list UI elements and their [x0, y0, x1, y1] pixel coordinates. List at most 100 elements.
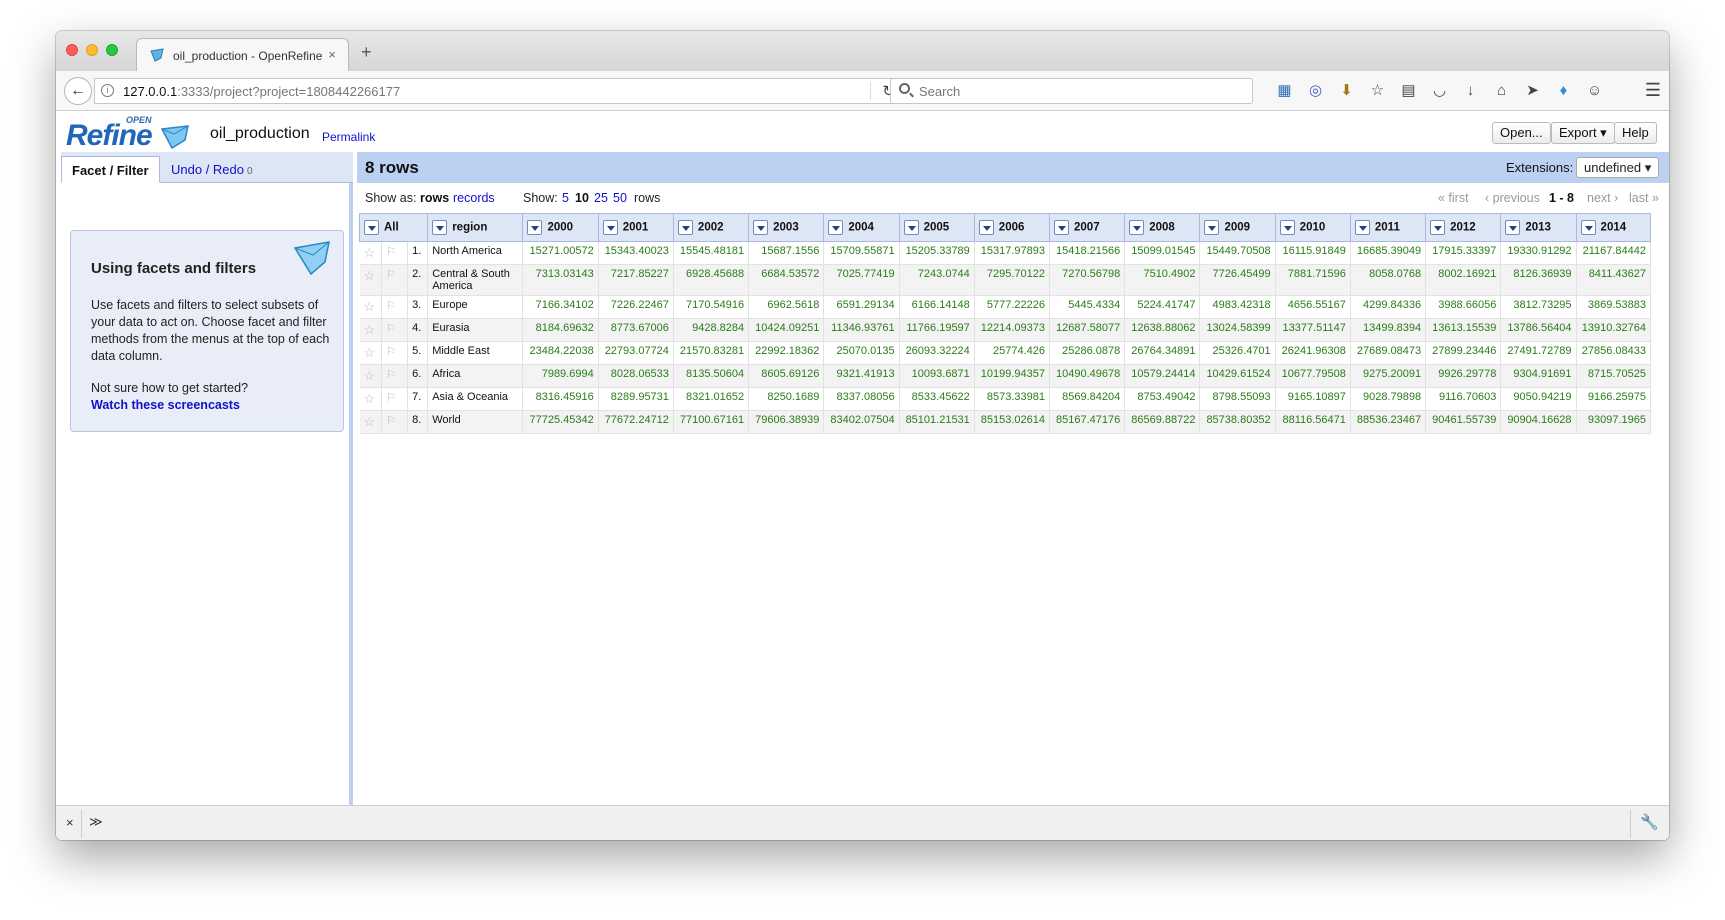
pager-first[interactable]: « first — [1438, 191, 1469, 205]
window-minimize-button[interactable] — [86, 44, 98, 56]
value-cell[interactable]: 17915.33397 — [1425, 241, 1502, 265]
value-cell[interactable]: 25070.0135 — [823, 341, 900, 365]
value-cell[interactable]: 83402.07504 — [823, 410, 900, 434]
help-button[interactable]: Help — [1614, 122, 1657, 144]
value-cell[interactable]: 26093.32224 — [899, 341, 975, 365]
value-cell[interactable]: 4656.55167 — [1275, 295, 1351, 319]
expand-panel-icon[interactable]: ≫ — [89, 814, 103, 830]
value-cell[interactable]: 15317.97893 — [974, 241, 1051, 265]
column-header-2004[interactable]: 2004 — [823, 213, 900, 242]
column-menu-arrow-icon[interactable] — [978, 220, 994, 235]
pager-next[interactable]: next › — [1587, 191, 1618, 205]
column-header-2001[interactable]: 2001 — [597, 213, 674, 242]
value-cell[interactable]: 13613.15539 — [1425, 318, 1502, 342]
value-cell[interactable]: 7243.0744 — [899, 264, 975, 296]
value-cell[interactable]: 12638.88062 — [1124, 318, 1201, 342]
value-cell[interactable]: 9275.20091 — [1350, 364, 1427, 388]
star-icon[interactable]: ☆ — [364, 345, 376, 360]
value-cell[interactable]: 8411.43627 — [1576, 264, 1652, 296]
column-menu-arrow-icon[interactable] — [602, 220, 618, 235]
value-cell[interactable]: 9050.94219 — [1500, 387, 1577, 411]
column-menu-arrow-icon[interactable] — [1054, 220, 1070, 235]
flag-icon[interactable]: ⚐ — [386, 300, 396, 312]
region-cell[interactable]: North America — [427, 241, 524, 265]
value-cell[interactable]: 7295.70122 — [974, 264, 1051, 296]
value-cell[interactable]: 6684.53572 — [748, 264, 825, 296]
column-menu-arrow-icon[interactable] — [432, 220, 448, 235]
value-cell[interactable]: 77672.24712 — [598, 410, 674, 434]
value-cell[interactable]: 8533.45622 — [899, 387, 975, 411]
value-cell[interactable]: 90904.16628 — [1500, 410, 1577, 434]
value-cell[interactable]: 8321.01652 — [673, 387, 750, 411]
value-cell[interactable]: 5777.22226 — [974, 295, 1051, 319]
emoji-icon[interactable]: ☺ — [1579, 80, 1610, 102]
database-icon[interactable]: ▦ — [1269, 80, 1300, 102]
column-header-all[interactable]: All — [358, 213, 429, 242]
value-cell[interactable]: 26764.34891 — [1124, 341, 1201, 365]
column-header-2006[interactable]: 2006 — [973, 213, 1051, 242]
value-cell[interactable]: 8798.55093 — [1199, 387, 1276, 411]
flag-icon[interactable]: ⚐ — [386, 269, 396, 281]
value-cell[interactable]: 7510.4902 — [1124, 264, 1201, 296]
value-cell[interactable]: 10093.6871 — [899, 364, 975, 388]
search-input[interactable] — [917, 82, 1237, 100]
value-cell[interactable]: 10429.61524 — [1199, 364, 1276, 388]
value-cell[interactable]: 8715.70525 — [1576, 364, 1652, 388]
value-cell[interactable]: 8028.06533 — [598, 364, 674, 388]
show-50-link[interactable]: 50 — [613, 191, 627, 205]
value-cell[interactable]: 85167.47176 — [1049, 410, 1126, 434]
value-cell[interactable]: 15271.00572 — [522, 241, 599, 265]
value-cell[interactable]: 8569.84204 — [1049, 387, 1126, 411]
value-cell[interactable]: 22793.07724 — [598, 341, 674, 365]
value-cell[interactable]: 23484.22038 — [522, 341, 599, 365]
tab-facet-filter[interactable]: Facet / Filter — [61, 156, 160, 183]
value-cell[interactable]: 85738.80352 — [1199, 410, 1276, 434]
value-cell[interactable]: 27491.72789 — [1500, 341, 1577, 365]
value-cell[interactable]: 8126.36939 — [1500, 264, 1577, 296]
column-header-2008[interactable]: 2008 — [1124, 213, 1201, 242]
value-cell[interactable]: 22992.18362 — [748, 341, 825, 365]
value-cell[interactable]: 15545.48181 — [673, 241, 750, 265]
column-header-2007[interactable]: 2007 — [1049, 213, 1126, 242]
value-cell[interactable]: 15343.40023 — [598, 241, 674, 265]
column-menu-arrow-icon[interactable] — [1204, 220, 1220, 235]
pager-previous[interactable]: ‹ previous — [1485, 191, 1540, 205]
value-cell[interactable]: 16115.91849 — [1275, 241, 1351, 265]
value-cell[interactable]: 6928.45688 — [673, 264, 750, 296]
drop-icon[interactable]: ♦ — [1548, 80, 1579, 102]
region-cell[interactable]: Central & South America — [427, 264, 524, 296]
value-cell[interactable]: 13024.58399 — [1199, 318, 1276, 342]
column-header-2012[interactable]: 2012 — [1425, 213, 1502, 242]
value-cell[interactable]: 5224.41747 — [1124, 295, 1201, 319]
value-cell[interactable]: 88116.56471 — [1275, 410, 1351, 434]
column-header-2002[interactable]: 2002 — [672, 213, 750, 242]
pocket-icon[interactable]: ◡ — [1424, 80, 1455, 102]
column-menu-arrow-icon[interactable] — [1580, 220, 1596, 235]
download-helper-icon[interactable]: ⬇ — [1331, 80, 1362, 102]
value-cell[interactable]: 26241.96308 — [1275, 341, 1351, 365]
column-menu-arrow-icon[interactable] — [903, 220, 919, 235]
value-cell[interactable]: 8002.16921 — [1425, 264, 1502, 296]
value-cell[interactable]: 8058.0768 — [1350, 264, 1427, 296]
column-header-2005[interactable]: 2005 — [898, 213, 975, 242]
column-header-2000[interactable]: 2000 — [522, 213, 599, 242]
value-cell[interactable]: 88536.23467 — [1350, 410, 1427, 434]
value-cell[interactable]: 3812.73295 — [1500, 295, 1577, 319]
browser-tab[interactable]: oil_production - OpenRefine × — [136, 38, 349, 72]
value-cell[interactable]: 8605.69126 — [748, 364, 825, 388]
permalink-link[interactable]: Permalink — [322, 130, 375, 144]
value-cell[interactable]: 6962.5618 — [748, 295, 825, 319]
column-menu-arrow-icon[interactable] — [1129, 220, 1145, 235]
home-icon[interactable]: ⌂ — [1486, 80, 1517, 102]
show-as-records-link[interactable]: records — [453, 191, 495, 205]
value-cell[interactable]: 7025.77419 — [823, 264, 900, 296]
screencasts-link[interactable]: Watch these screencasts — [91, 398, 240, 412]
value-cell[interactable]: 9166.25975 — [1576, 387, 1652, 411]
value-cell[interactable]: 8316.45916 — [522, 387, 599, 411]
value-cell[interactable]: 9116.70603 — [1425, 387, 1502, 411]
new-tab-button[interactable]: + — [361, 42, 372, 63]
column-menu-arrow-icon[interactable] — [1354, 220, 1370, 235]
star-icon[interactable]: ☆ — [364, 368, 376, 383]
value-cell[interactable]: 7226.22467 — [598, 295, 674, 319]
star-icon[interactable]: ☆ — [364, 391, 376, 406]
